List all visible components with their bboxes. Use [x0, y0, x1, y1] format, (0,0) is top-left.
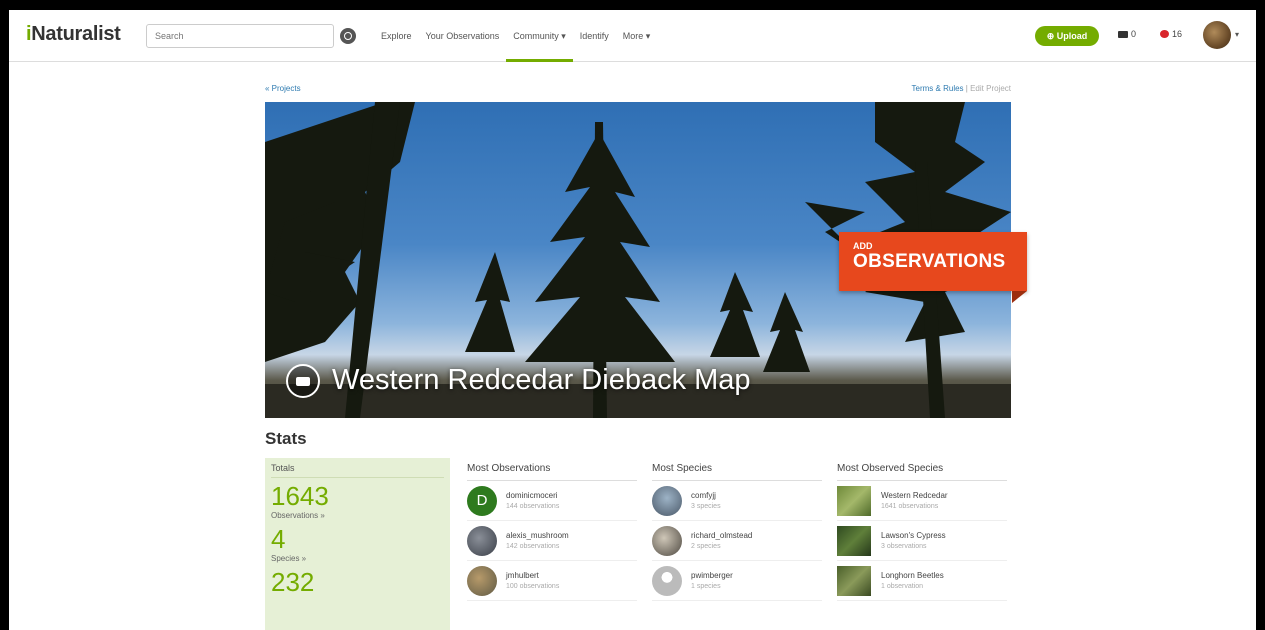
speech-bubble-icon — [1160, 30, 1169, 38]
ribbon-fold — [1012, 291, 1027, 303]
messages-count: 0 — [1131, 29, 1137, 39]
link-separator: | — [965, 84, 968, 93]
list-item[interactable]: pwimberger 1 species — [652, 561, 822, 601]
projects-breadcrumb-link[interactable]: « Projects — [265, 84, 301, 93]
observation-count: 1641 observations — [881, 503, 939, 510]
chevron-down-icon[interactable]: ▾ — [1235, 30, 1239, 39]
species-count: 3 species — [691, 503, 721, 510]
species-thumbnail — [837, 485, 871, 516]
main-nav: Explore Your Observations Community ▾ Id… — [374, 10, 657, 62]
most-species-column: Most Species comfyjj 3 species richard_ol… — [652, 458, 822, 601]
species-link[interactable]: Species » — [271, 554, 444, 563]
notifications-button[interactable]: 16 — [1160, 29, 1182, 39]
list-item[interactable]: jmhulbert 100 observations — [467, 561, 637, 601]
messages-button[interactable]: 0 — [1118, 29, 1136, 39]
species-name[interactable]: Longhorn Beetles — [881, 571, 944, 580]
observation-count: 3 observations — [881, 543, 927, 550]
top-navigation-bar: iNaturalist Explore Your Observations Co… — [9, 10, 1256, 62]
list-item[interactable]: Longhorn Beetles 1 observation — [837, 561, 1007, 601]
user-name[interactable]: comfyjj — [691, 491, 721, 500]
add-label: ADD — [853, 241, 873, 251]
project-title: Western Redcedar Dieback Map — [332, 364, 751, 396]
list-item[interactable]: D dominicmoceri 144 observations — [467, 481, 637, 521]
most-observed-species-heading: Most Observed Species — [837, 458, 1007, 481]
logo-text: Naturalist — [31, 23, 121, 45]
search-input[interactable] — [146, 24, 334, 48]
avatar — [467, 525, 497, 556]
nav-identify[interactable]: Identify — [573, 10, 616, 62]
nav-more[interactable]: More ▾ — [616, 10, 658, 62]
species-thumbnail — [837, 565, 871, 596]
avatar — [652, 565, 682, 596]
most-observations-heading: Most Observations — [467, 458, 637, 481]
species-count: 1 species — [691, 583, 721, 590]
list-item[interactable]: comfyjj 3 species — [652, 481, 822, 521]
user-name[interactable]: dominicmoceri — [506, 491, 559, 500]
search-icon[interactable] — [340, 28, 356, 44]
avatar: D — [467, 485, 497, 516]
add-observations-button[interactable]: ADD OBSERVATIONS — [839, 232, 1027, 291]
list-item[interactable]: richard_olmstead 2 species — [652, 521, 822, 561]
project-icon — [286, 364, 320, 398]
inaturalist-logo[interactable]: iNaturalist — [26, 23, 121, 46]
user-name[interactable]: jmhulbert — [506, 571, 559, 580]
user-avatar[interactable] — [1203, 21, 1231, 49]
notifications-count: 16 — [1172, 29, 1183, 39]
observations-label: OBSERVATIONS — [853, 251, 1006, 272]
observation-count: 100 observations — [506, 583, 560, 590]
project-links: Terms & Rules | Edit Project — [859, 84, 1011, 93]
list-item[interactable]: alexis_mushroom 142 observations — [467, 521, 637, 561]
terms-rules-link[interactable]: Terms & Rules — [912, 84, 964, 93]
list-item[interactable]: Lawson's Cypress 3 observations — [837, 521, 1007, 561]
list-item[interactable]: Western Redcedar 1641 observations — [837, 481, 1007, 521]
nav-your-observations[interactable]: Your Observations — [419, 10, 507, 62]
most-species-heading: Most Species — [652, 458, 822, 481]
stats-heading: Stats — [265, 429, 307, 448]
browser-viewport: iNaturalist Explore Your Observations Co… — [9, 10, 1256, 630]
totals-panel: Totals 1643 Observations » 4 Species » 2… — [265, 458, 450, 630]
observation-count: 144 observations — [506, 503, 560, 510]
nav-community[interactable]: Community ▾ — [506, 10, 573, 62]
observations-link[interactable]: Observations » — [271, 511, 444, 520]
avatar — [652, 525, 682, 556]
user-name[interactable]: alexis_mushroom — [506, 531, 569, 540]
user-name[interactable]: richard_olmstead — [691, 531, 752, 540]
upload-button[interactable]: ⊕ Upload — [1035, 26, 1099, 46]
nav-explore[interactable]: Explore — [374, 10, 419, 62]
user-name[interactable]: pwimberger — [691, 571, 733, 580]
observations-total[interactable]: 1643 — [271, 481, 444, 511]
species-total[interactable]: 4 — [271, 524, 444, 554]
observation-count: 1 observation — [881, 583, 924, 590]
envelope-icon — [1118, 30, 1128, 38]
third-total[interactable]: 232 — [271, 567, 444, 597]
most-observations-column: Most Observations D dominicmoceri 144 obs… — [467, 458, 637, 601]
avatar — [652, 485, 682, 516]
most-observed-species-column: Most Observed Species Western Redcedar 16… — [837, 458, 1007, 601]
species-name[interactable]: Western Redcedar — [881, 491, 948, 500]
edit-project-link[interactable]: Edit Project — [970, 84, 1011, 93]
species-thumbnail — [837, 525, 871, 556]
totals-heading: Totals — [271, 463, 444, 478]
avatar — [467, 565, 497, 596]
species-name[interactable]: Lawson's Cypress — [881, 531, 946, 540]
observation-count: 142 observations — [506, 543, 560, 550]
species-count: 2 species — [691, 543, 721, 550]
